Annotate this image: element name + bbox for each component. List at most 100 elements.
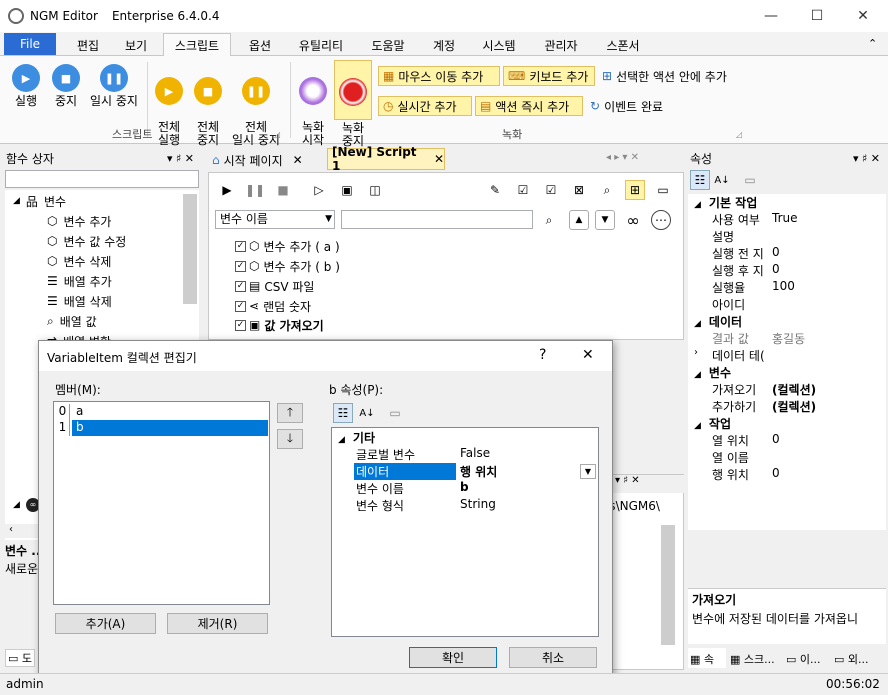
close-tab-icon[interactable]: ✕ (293, 153, 303, 167)
tab-image[interactable]: ▭ 이... (784, 648, 830, 668)
up-icon[interactable]: ▲ (569, 210, 589, 230)
panel-pin-icon[interactable]: ▾ ♯ ✕ (853, 152, 880, 165)
down-icon[interactable]: ▼ (595, 210, 615, 230)
add-mouse-move-button[interactable]: ▦ 마우스 이동 추가 (378, 66, 500, 86)
run-button[interactable]: ▶ 실행 (8, 64, 44, 108)
checkbox[interactable]: ✓ (235, 260, 246, 272)
pause-icon[interactable]: ❚❚ (245, 180, 265, 200)
record-start-button[interactable]: 녹화 시작 (294, 64, 332, 147)
menu-sponsor[interactable]: 스폰서 (598, 35, 648, 56)
stop-all-button[interactable]: ■ 전체 중지 (189, 64, 227, 147)
search-icon[interactable]: ⌕ (597, 180, 617, 200)
cancel-button[interactable]: 취소 (509, 647, 597, 668)
checkbox[interactable]: ✓ (235, 240, 246, 252)
search-input[interactable] (341, 210, 533, 229)
monitor-icon[interactable]: ▭ (653, 180, 673, 200)
stop-icon[interactable]: ■ (273, 180, 293, 200)
left-bottom-tab[interactable]: ▭ 도 (5, 649, 35, 667)
tab-script[interactable]: [New] Script 1 ✕ (327, 145, 445, 173)
search-field-combo[interactable]: 변수 이름 ▼ (215, 210, 335, 229)
group-launcher-icon[interactable]: ◿ (274, 130, 280, 139)
tab-nav-icon[interactable]: ◂ ▸ ▾ ✕ (606, 152, 639, 163)
prop-row-selected[interactable]: 데이터 행 위치 ▼ (332, 463, 598, 480)
tree-item-array-value[interactable]: ⌕ 배열 값 (47, 312, 97, 330)
menu-account[interactable]: 계정 (424, 35, 464, 56)
delete-icon[interactable]: ⊠ (569, 180, 589, 200)
menu-help[interactable]: 도움말 (362, 35, 414, 56)
maximize-button[interactable]: ☐ (794, 0, 840, 32)
remove-member-button[interactable]: 제거(R) (167, 613, 268, 634)
expand-icon[interactable]: › (694, 347, 698, 358)
tree-node-collapsed[interactable]: ◢ ∞ (13, 496, 40, 514)
function-search-input[interactable] (5, 170, 199, 188)
menu-view[interactable]: 보기 (116, 35, 156, 56)
search-icon[interactable]: ⌕ (539, 210, 559, 230)
run-all-button[interactable]: ▶ 전체 실행 (150, 64, 188, 147)
property-pages-icon[interactable]: ▭ (740, 170, 760, 190)
prop-row[interactable]: 변수 이름 b (332, 480, 598, 497)
menu-script[interactable]: 스크립트 (163, 33, 231, 57)
action-random-number[interactable]: ✓ ⋖ 랜덤 숫자 (235, 297, 311, 315)
members-list[interactable]: 0a 1b (53, 401, 270, 605)
tree-node-variable[interactable]: ◢ 品 변수 (13, 192, 66, 210)
tab-external[interactable]: ▭ 외... (832, 648, 886, 668)
close-window-button[interactable]: ✕ (840, 0, 886, 32)
tree-scrollbar[interactable] (183, 194, 197, 304)
more-icon[interactable]: ⋯ (651, 210, 671, 230)
sort-az-icon[interactable]: A↓ (712, 170, 732, 190)
tree-item-add-array[interactable]: ☰ 배열 추가 (47, 272, 112, 290)
tab-properties[interactable]: ▦ 속 (688, 648, 726, 668)
menu-admin[interactable]: 관리자 (536, 35, 586, 56)
list-item[interactable]: 0a (56, 404, 268, 420)
menu-edit[interactable]: 편집 (66, 35, 110, 56)
check-all-icon[interactable]: ☑ (513, 180, 533, 200)
move-up-button[interactable]: 🡑 (277, 403, 303, 423)
tab-script-list[interactable]: ▦ 스크... (728, 648, 782, 668)
sort-az-icon[interactable]: A↓ (357, 403, 377, 423)
property-pages-icon[interactable]: ▭ (385, 403, 405, 423)
move-down-button[interactable]: 🡓 (277, 429, 303, 449)
prop-row[interactable]: 글로벌 변수 False (332, 446, 598, 463)
event-complete-button[interactable]: ↻ 이벤트 완료 (586, 96, 678, 116)
add-realtime-button[interactable]: ◷ 실시간 추가 (378, 96, 472, 116)
add-inside-selected-button[interactable]: ⊞ 선택한 액션 안에 추가 (598, 66, 748, 86)
group-launcher-icon[interactable]: ◿ (736, 130, 742, 139)
play-frame-icon[interactable]: ◫ (365, 180, 385, 200)
record-stop-button[interactable]: 녹화 중지 (334, 60, 372, 148)
action-csv-file[interactable]: ✓ ▤ CSV 파일 (235, 277, 314, 295)
tree-item-delete-variable[interactable]: ⬡ 변수 삭제 (47, 252, 111, 270)
close-tab-icon[interactable]: ✕ (434, 152, 444, 166)
list-item-selected[interactable]: 1b (56, 420, 268, 436)
panel-pin-icon[interactable]: ▾ ♯ ✕ (167, 152, 194, 165)
infinity-icon[interactable]: ∞ (623, 210, 643, 230)
tab-start-page[interactable]: ⌂ 시작 페이지 ✕ (208, 150, 326, 170)
pause-button[interactable]: ❚❚ 일시 중지 (86, 64, 142, 108)
stop-button[interactable]: ■ 중지 (48, 64, 84, 108)
dropdown-button[interactable]: ▼ (580, 464, 596, 479)
checkbox[interactable]: ✓ (235, 300, 246, 312)
add-keyboard-button[interactable]: ⌨ 키보드 추가 (503, 66, 595, 86)
action-get-value[interactable]: ✓ ▣ 값 가져오기 (235, 316, 324, 334)
ribbon-collapse-icon[interactable]: ⌃ (868, 37, 877, 50)
menu-file[interactable]: File (4, 33, 56, 55)
edit-icon[interactable]: ✎ (485, 180, 505, 200)
play-box-icon[interactable]: ▣ (337, 180, 357, 200)
categorized-icon[interactable]: ☷ (690, 170, 710, 190)
dialog-close-button[interactable]: ✕ (582, 347, 594, 363)
output-scrollbar[interactable] (661, 525, 675, 645)
menu-utility[interactable]: 유틸리티 (290, 35, 352, 56)
help-button[interactable]: ? (539, 347, 546, 363)
tree-item-add-variable[interactable]: ⬡ 변수 추가 (47, 212, 111, 230)
add-member-button[interactable]: 추가(A) (55, 613, 156, 634)
action-add-var-a[interactable]: ✓ ⬡ 변수 추가 ( a ) (235, 237, 340, 255)
categorized-icon[interactable]: ☷ (333, 403, 353, 423)
checkbox[interactable]: ✓ (235, 319, 246, 331)
add-instant-button[interactable]: ▤ 액션 즉시 추가 (475, 96, 583, 116)
prop-row[interactable]: 변수 형식 String (332, 497, 598, 514)
check-icon[interactable]: ☑ (541, 180, 561, 200)
tree-view-icon[interactable]: ⊞ (625, 180, 645, 200)
menu-system[interactable]: 시스템 (474, 35, 524, 56)
tree-item-edit-variable[interactable]: ⬡ 변수 값 수정 (47, 232, 126, 250)
action-add-var-b[interactable]: ✓ ⬡ 변수 추가 ( b ) (235, 257, 340, 275)
minimize-button[interactable]: — (748, 0, 794, 32)
